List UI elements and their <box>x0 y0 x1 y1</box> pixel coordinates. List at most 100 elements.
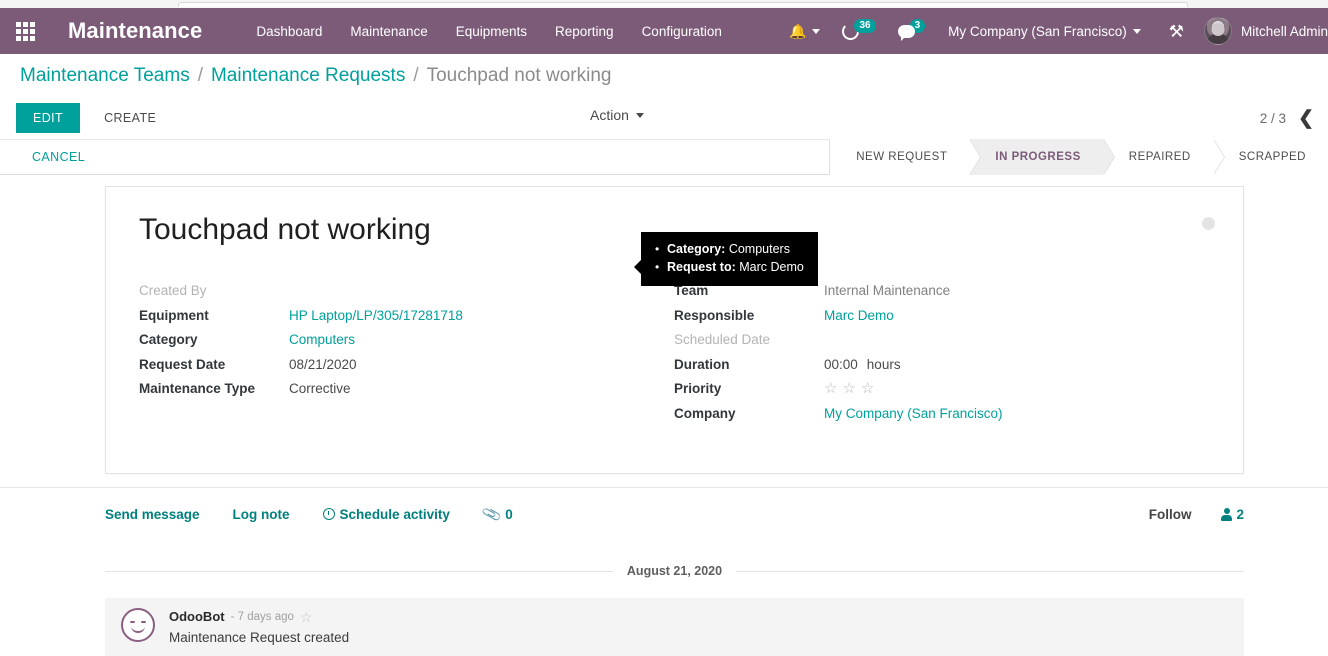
page-title: Touchpad not working <box>139 213 431 246</box>
create-button[interactable]: CREATE <box>90 103 170 133</box>
field-value-responsible[interactable]: Marc Demo <box>824 308 894 323</box>
date-separator-line-left <box>105 570 613 572</box>
paperclip-icon: 📎 <box>480 503 503 525</box>
app-title: Maintenance <box>68 18 203 43</box>
apps-grid-icon <box>15 21 35 41</box>
nav-item-reporting[interactable]: Reporting <box>541 11 628 52</box>
priority-star-1[interactable]: ☆ <box>824 381 837 396</box>
field-label-category: Category <box>139 332 198 347</box>
field-unit-duration: hours <box>866 356 901 372</box>
breadcrumb-item-maintenance-teams[interactable]: Maintenance Teams <box>20 65 190 87</box>
priority-star-2[interactable]: ☆ <box>842 381 855 396</box>
follow-area: Follow 2 <box>1149 507 1244 522</box>
record-pager: 2 / 3 ❮ <box>1260 109 1328 128</box>
apps-menu-button[interactable] <box>0 8 50 54</box>
nav-item-configuration[interactable]: Configuration <box>628 11 736 52</box>
priority-star-3[interactable]: ☆ <box>861 381 874 396</box>
tooltip-line-request-to: Request to: Marc Demo <box>655 259 804 277</box>
nav-item-equipments[interactable]: Equipments <box>442 11 541 52</box>
field-equipment: Equipment HP Laptop/LP/305/17281718 <box>139 308 659 333</box>
field-responsible: Responsible Marc Demo <box>674 308 1194 333</box>
chatter-toolbar: Send message Log note Schedule activity … <box>105 488 1244 540</box>
stage-in-progress[interactable]: IN PROGRESS <box>969 139 1116 175</box>
field-maintenance-type: Maintenance Type Corrective <box>139 381 659 406</box>
user-menu[interactable]: Mitchell Admin <box>1200 17 1328 45</box>
schedule-activity-button[interactable]: Schedule activity <box>322 507 450 522</box>
attachment-count: 0 <box>505 506 513 522</box>
field-value-team: Internal Maintenance <box>824 283 951 298</box>
stage-new-request[interactable]: NEW REQUEST <box>830 139 982 175</box>
field-created-by: Created By <box>139 283 659 308</box>
breadcrumb-separator: / <box>413 65 419 86</box>
field-tooltip: Category: Computers Request to: Marc Dem… <box>634 232 818 286</box>
notifications-button[interactable]: 🔔 <box>778 8 831 54</box>
message-author: OdooBot <box>169 609 225 624</box>
stage-scrapped[interactable]: SCRAPPED <box>1212 139 1328 175</box>
pager-previous-icon[interactable]: ❮ <box>1298 109 1314 128</box>
activities-button[interactable]: 36 <box>831 8 886 54</box>
message-text: Maintenance Request created <box>169 630 350 645</box>
status-bar: CANCEL NEW REQUEST IN PROGRESS REPAIRED … <box>0 139 1328 175</box>
company-name: My Company (San Francisco) <box>948 23 1127 39</box>
breadcrumb-current-record: Touchpad not working <box>426 65 612 86</box>
field-value-category[interactable]: Computers <box>289 332 355 347</box>
bell-icon: 🔔 <box>789 23 807 39</box>
user-name: Mitchell Admin <box>1240 23 1328 39</box>
star-outline-icon[interactable]: ☆ <box>300 610 313 624</box>
form-left-column: Created By Equipment HP Laptop/LP/305/17… <box>139 283 659 406</box>
field-label-created-by: Created By <box>139 283 207 298</box>
date-separator-label: August 21, 2020 <box>626 564 723 578</box>
message-item: OdooBot - 7 days ago ☆ Maintenance Reque… <box>105 598 1244 656</box>
action-dropdown[interactable]: Action <box>590 107 644 123</box>
breadcrumb-item-maintenance-requests[interactable]: Maintenance Requests <box>211 65 405 87</box>
company-selector[interactable]: My Company (San Francisco) <box>936 24 1153 39</box>
stage-list: NEW REQUEST IN PROGRESS REPAIRED SCRAPPE… <box>829 139 1328 175</box>
follow-button[interactable]: Follow <box>1149 507 1192 522</box>
pager-count: 2 / 3 <box>1259 110 1287 126</box>
nav-item-dashboard[interactable]: Dashboard <box>242 11 336 52</box>
chevron-down-icon <box>812 28 821 34</box>
field-label-company: Company <box>674 405 736 421</box>
edit-button[interactable]: EDIT <box>16 103 81 133</box>
send-message-button[interactable]: Send message <box>105 507 200 522</box>
nav-item-maintenance[interactable]: Maintenance <box>336 11 441 52</box>
nav-menu: Dashboard Maintenance Equipments Reporti… <box>242 11 736 52</box>
field-value-equipment[interactable]: HP Laptop/LP/305/17281718 <box>289 308 463 323</box>
cancel-button[interactable]: CANCEL <box>16 142 101 172</box>
field-scheduled-date: Scheduled Date <box>674 332 1194 357</box>
tooltip-value-request-to: Marc Demo <box>739 259 804 274</box>
chevron-down-icon <box>1132 28 1141 34</box>
field-value-maintenance-type: Corrective <box>289 381 351 396</box>
tools-wrench-icon[interactable]: ⚒ <box>1153 23 1200 40</box>
field-label-equipment: Equipment <box>139 307 209 323</box>
stage-repaired[interactable]: REPAIRED <box>1102 139 1225 175</box>
field-value-company[interactable]: My Company (San Francisco) <box>824 406 1003 421</box>
log-note-button[interactable]: Log note <box>233 507 290 522</box>
clock-icon <box>322 508 335 520</box>
message-header: OdooBot - 7 days ago ☆ <box>169 609 349 624</box>
field-category: Category Computers <box>139 332 659 357</box>
field-label-request-date: Request Date <box>139 356 226 372</box>
chatter: Send message Log note Schedule activity … <box>0 487 1328 656</box>
attachments-button[interactable]: 📎 0 <box>480 503 513 525</box>
followers-button[interactable]: 2 <box>1221 507 1244 522</box>
activities-count-badge: 36 <box>854 18 876 33</box>
tooltip-label-request-to: Request to: <box>667 259 736 274</box>
field-priority: Priority ☆ ☆ ☆ <box>674 381 1194 406</box>
navbar-right-tools: 🔔 36 3 My Company (San Francisco) ⚒ Mitc… <box>778 8 1328 54</box>
messages-button[interactable]: 3 <box>887 8 937 54</box>
control-panel: EDIT CREATE Action 2 / 3 ❮ <box>0 98 1328 138</box>
field-label-scheduled-date: Scheduled Date <box>674 332 771 347</box>
message-author-avatar <box>121 608 155 642</box>
form-right-column: Team Internal Maintenance Responsible Ma… <box>674 283 1194 430</box>
field-value-duration: 00:00 <box>824 356 858 372</box>
browser-chrome-sliver <box>0 0 1328 8</box>
tooltip-value-category: Computers <box>728 242 790 256</box>
browser-tab-strip <box>178 2 1188 7</box>
form-sheet: Touchpad not working Created By Equipmen… <box>105 186 1244 474</box>
kanban-state-indicator[interactable] <box>1202 217 1215 230</box>
field-request-date: Request Date 08/21/2020 <box>139 357 659 382</box>
action-label: Action <box>590 107 629 123</box>
field-value-request-date: 08/21/2020 <box>289 356 357 372</box>
priority-stars: ☆ ☆ ☆ <box>824 381 874 396</box>
